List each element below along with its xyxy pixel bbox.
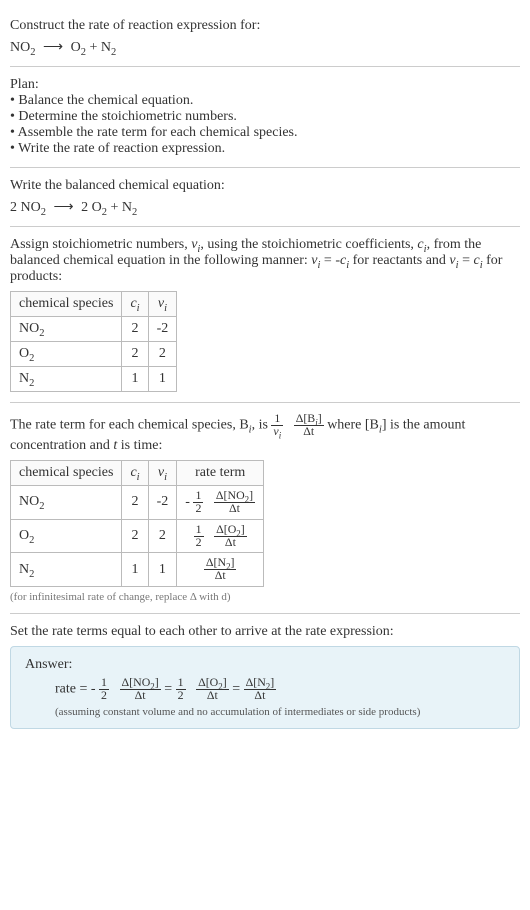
col-rateterm: rate term xyxy=(177,460,264,485)
cell-ci: 2 xyxy=(122,519,148,553)
final-heading: Set the rate terms equal to each other t… xyxy=(10,624,520,640)
species-no2: NO2 xyxy=(10,40,35,55)
table-header-row: chemical species ci νi rate term xyxy=(11,460,264,485)
table-header-row: chemical species ci νi xyxy=(11,292,177,317)
plan-section: Plan: • Balance the chemical equation. •… xyxy=(10,67,520,168)
species-o2: O2 xyxy=(71,40,86,55)
balanced-section: Write the balanced chemical equation: 2 … xyxy=(10,168,520,227)
stoich-table: chemical species ci νi NO2 2 -2 O2 2 2 N… xyxy=(10,291,177,392)
plan-bullet-2: • Determine the stoichiometric numbers. xyxy=(10,109,520,125)
rateterm-intro: The rate term for each chemical species,… xyxy=(10,413,520,454)
arrow-icon: ⟶ xyxy=(49,198,77,214)
cell-nui: -2 xyxy=(148,485,177,519)
table-row: NO2 2 -2 - 12 Δ[NO2]Δt xyxy=(11,485,264,519)
table-row: N2 1 1 Δ[N2]Δt xyxy=(11,553,264,587)
col-nui: νi xyxy=(148,292,177,317)
col-ci: ci xyxy=(122,292,148,317)
table-row: O2 2 2 xyxy=(11,342,177,367)
table-row: NO2 2 -2 xyxy=(11,317,177,342)
cell-rateterm: 12 Δ[O2]Δt xyxy=(177,519,264,553)
cell-ci: 2 xyxy=(122,342,148,367)
balanced-heading: Write the balanced chemical equation: xyxy=(10,178,520,194)
plus-n2: + N2 xyxy=(86,40,116,55)
col-species: chemical species xyxy=(11,292,122,317)
col-species: chemical species xyxy=(11,460,122,485)
assumption-note: (assuming constant volume and no accumul… xyxy=(25,706,505,718)
answer-heading: Answer: xyxy=(25,657,505,673)
cell-species: O2 xyxy=(11,519,122,553)
cell-species: N2 xyxy=(11,367,122,392)
table-row: O2 2 2 12 Δ[O2]Δt xyxy=(11,519,264,553)
table-row: N2 1 1 xyxy=(11,367,177,392)
balanced-equation: 2 NO2 ⟶ 2 O2 + N2 xyxy=(10,198,520,216)
rateterm-section: The rate term for each chemical species,… xyxy=(10,403,520,614)
cell-nui: 1 xyxy=(148,553,177,587)
col-ci: ci xyxy=(122,460,148,485)
plan-bullet-1: • Balance the chemical equation. xyxy=(10,93,520,109)
cell-species: NO2 xyxy=(11,485,122,519)
cell-ci: 2 xyxy=(122,485,148,519)
infinitesimal-note: (for infinitesimal rate of change, repla… xyxy=(10,591,520,603)
cell-rateterm: Δ[N2]Δt xyxy=(177,553,264,587)
col-nui: νi xyxy=(148,460,177,485)
rhs-n2: + N2 xyxy=(107,200,137,215)
cell-nui: -2 xyxy=(148,317,177,342)
final-section: Set the rate terms equal to each other t… xyxy=(10,614,520,739)
prompt-section: Construct the rate of reaction expressio… xyxy=(10,8,520,67)
rhs-o2: 2 O2 xyxy=(81,200,107,215)
cell-species: O2 xyxy=(11,342,122,367)
plan-bullet-4: • Write the rate of reaction expression. xyxy=(10,141,520,157)
dBi-dt: Δ[Bi] Δt xyxy=(294,413,324,438)
cell-species: N2 xyxy=(11,553,122,587)
rateterm-table: chemical species ci νi rate term NO2 2 -… xyxy=(10,460,264,587)
cell-nui: 2 xyxy=(148,519,177,553)
stoich-section: Assign stoichiometric numbers, νi, using… xyxy=(10,227,520,403)
rate-expression: rate = - 12 Δ[NO2]Δt = 12 Δ[O2]Δt = Δ[N2… xyxy=(25,677,505,702)
prompt-text: Construct the rate of reaction expressio… xyxy=(10,18,520,34)
cell-nui: 2 xyxy=(148,342,177,367)
arrow-icon: ⟶ xyxy=(39,38,67,54)
answer-box: Answer: rate = - 12 Δ[NO2]Δt = 12 Δ[O2]Δ… xyxy=(10,646,520,729)
cell-species: NO2 xyxy=(11,317,122,342)
cell-nui: 1 xyxy=(148,367,177,392)
cell-ci: 2 xyxy=(122,317,148,342)
cell-ci: 1 xyxy=(122,553,148,587)
unbalanced-equation: NO2 ⟶ O2 + N2 xyxy=(10,38,520,56)
stoich-intro: Assign stoichiometric numbers, νi, using… xyxy=(10,237,520,285)
cell-ci: 1 xyxy=(122,367,148,392)
cell-rateterm: - 12 Δ[NO2]Δt xyxy=(177,485,264,519)
plan-bullet-3: • Assemble the rate term for each chemic… xyxy=(10,125,520,141)
one-over-nu: 1 νi xyxy=(271,413,283,438)
plan-heading: Plan: xyxy=(10,77,520,93)
lhs: 2 NO2 xyxy=(10,200,46,215)
